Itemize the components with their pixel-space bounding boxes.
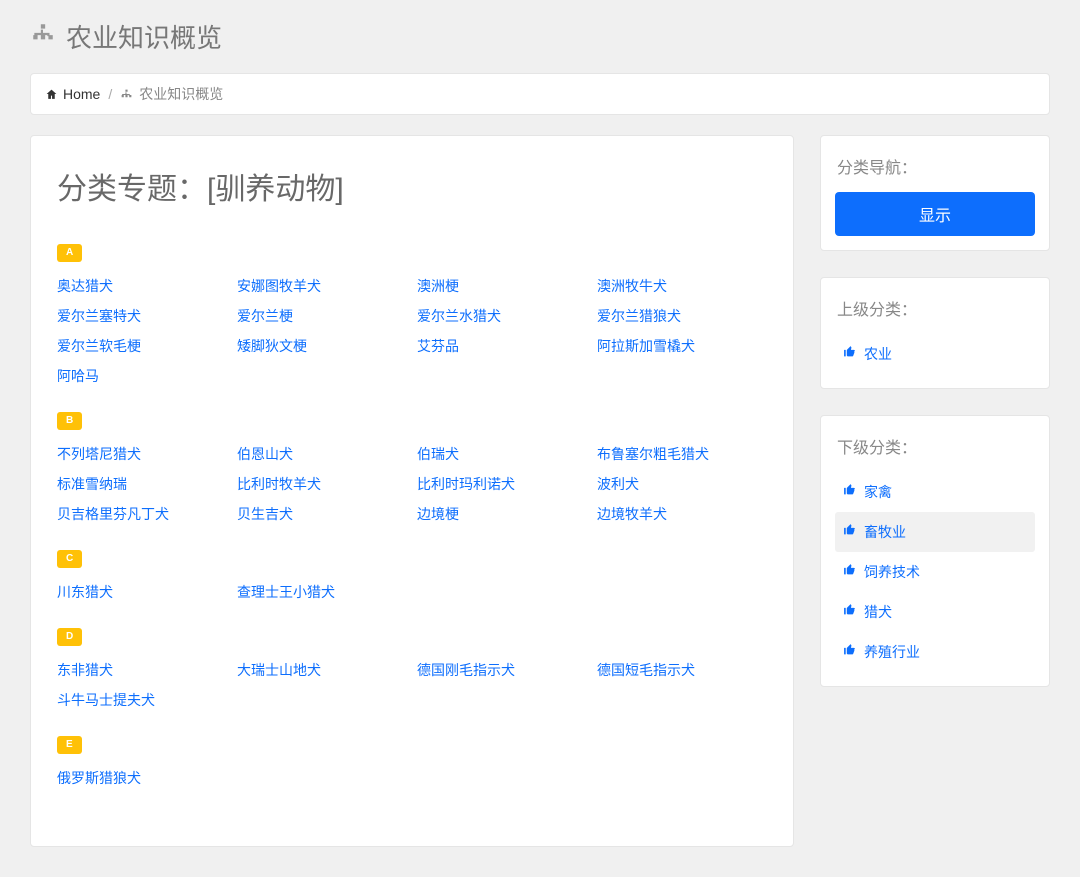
topic-link[interactable]: 不列塔尼猎犬 xyxy=(57,444,227,464)
topic-link[interactable]: 贝吉格里芬凡丁犬 xyxy=(57,504,227,524)
letter-section: D 东非猎犬大瑞士山地犬德国刚毛指示犬德国短毛指示犬斗牛马士提夫犬 xyxy=(57,626,767,710)
topic-link[interactable]: 矮脚狄文梗 xyxy=(237,336,407,356)
thumbs-up-icon xyxy=(843,563,856,581)
page-title: 农业知识概览 xyxy=(66,18,222,55)
topic-link[interactable]: 贝生吉犬 xyxy=(237,504,407,524)
panel-nav-title: 分类导航： xyxy=(835,154,1035,178)
topic-link[interactable]: 爱尔兰猎狼犬 xyxy=(597,306,767,326)
sitemap-small-icon xyxy=(120,88,133,101)
letter-section: C 川东猎犬查理士王小猎犬 xyxy=(57,548,767,602)
panel-child-title: 下级分类： xyxy=(835,434,1035,458)
breadcrumb-separator: / xyxy=(108,86,112,102)
home-icon xyxy=(45,88,58,101)
topic-link[interactable]: 爱尔兰塞特犬 xyxy=(57,306,227,326)
link-grid: 不列塔尼猎犬伯恩山犬伯瑞犬布鲁塞尔粗毛猎犬标准雪纳瑞比利时牧羊犬比利时玛利诺犬波… xyxy=(57,444,767,524)
link-grid: 川东猎犬查理士王小猎犬 xyxy=(57,582,767,602)
letter-badge: C xyxy=(57,550,82,568)
category-link[interactable]: 农业 xyxy=(864,344,892,364)
breadcrumb: Home / 农业知识概览 xyxy=(30,73,1050,115)
topic-link[interactable]: 伯恩山犬 xyxy=(237,444,407,464)
thumbs-up-icon xyxy=(843,603,856,621)
panel-nav: 分类导航： 显示 xyxy=(820,135,1050,251)
topic-link[interactable]: 阿哈马 xyxy=(57,366,227,386)
category-link[interactable]: 养殖行业 xyxy=(864,642,920,662)
topic-link[interactable]: 爱尔兰梗 xyxy=(237,306,407,326)
category-item[interactable]: 饲养技术 xyxy=(835,552,1035,592)
topic-link[interactable]: 爱尔兰水猎犬 xyxy=(417,306,587,326)
sidebar: 分类导航： 显示 上级分类： 农业 下级分类： 家禽畜牧业饲养技术猎犬养殖行业 xyxy=(820,135,1050,687)
topic-link[interactable]: 标准雪纳瑞 xyxy=(57,474,227,494)
link-grid: 俄罗斯猎狼犬 xyxy=(57,768,767,788)
letter-section: B 不列塔尼猎犬伯恩山犬伯瑞犬布鲁塞尔粗毛猎犬标准雪纳瑞比利时牧羊犬比利时玛利诺犬… xyxy=(57,410,767,524)
thumbs-up-icon xyxy=(843,483,856,501)
topic-link[interactable]: 奥达猎犬 xyxy=(57,276,227,296)
page-header: 农业知识概览 xyxy=(30,0,1050,73)
topic-link[interactable]: 东非猎犬 xyxy=(57,660,227,680)
panel-child: 下级分类： 家禽畜牧业饲养技术猎犬养殖行业 xyxy=(820,415,1050,687)
topic-link[interactable]: 大瑞士山地犬 xyxy=(237,660,407,680)
topic-link[interactable]: 澳洲梗 xyxy=(417,276,587,296)
letter-badge: A xyxy=(57,244,82,262)
topic-link[interactable]: 伯瑞犬 xyxy=(417,444,587,464)
letter-badge: D xyxy=(57,628,82,646)
letter-badge: E xyxy=(57,736,82,754)
topic-link[interactable]: 川东猎犬 xyxy=(57,582,227,602)
topic-link[interactable]: 布鲁塞尔粗毛猎犬 xyxy=(597,444,767,464)
topic-link[interactable]: 安娜图牧羊犬 xyxy=(237,276,407,296)
topic-link[interactable]: 爱尔兰软毛梗 xyxy=(57,336,227,356)
letter-section: A 奥达猎犬安娜图牧羊犬澳洲梗澳洲牧牛犬爱尔兰塞特犬爱尔兰梗爱尔兰水猎犬爱尔兰猎狼… xyxy=(57,242,767,386)
category-item[interactable]: 养殖行业 xyxy=(835,632,1035,672)
topic-link[interactable]: 德国短毛指示犬 xyxy=(597,660,767,680)
category-item[interactable]: 猎犬 xyxy=(835,592,1035,632)
letter-section: E 俄罗斯猎狼犬 xyxy=(57,734,767,788)
thumbs-up-icon xyxy=(843,643,856,661)
sitemap-icon xyxy=(30,21,56,52)
category-item[interactable]: 家禽 xyxy=(835,472,1035,512)
breadcrumb-current-label: 农业知识概览 xyxy=(139,84,223,104)
main-card: 分类专题：[驯养动物] A奥达猎犬安娜图牧羊犬澳洲梗澳洲牧牛犬爱尔兰塞特犬爱尔兰… xyxy=(30,135,794,847)
category-link[interactable]: 家禽 xyxy=(864,482,892,502)
breadcrumb-current: 农业知识概览 xyxy=(120,84,223,104)
topic-heading: 分类专题：[驯养动物] xyxy=(57,164,767,208)
topic-link[interactable]: 艾芬品 xyxy=(417,336,587,356)
show-button[interactable]: 显示 xyxy=(835,192,1035,236)
topic-link[interactable]: 德国刚毛指示犬 xyxy=(417,660,587,680)
category-item[interactable]: 畜牧业 xyxy=(835,512,1035,552)
category-link[interactable]: 饲养技术 xyxy=(864,562,920,582)
link-grid: 奥达猎犬安娜图牧羊犬澳洲梗澳洲牧牛犬爱尔兰塞特犬爱尔兰梗爱尔兰水猎犬爱尔兰猎狼犬… xyxy=(57,276,767,386)
link-grid: 东非猎犬大瑞士山地犬德国刚毛指示犬德国短毛指示犬斗牛马士提夫犬 xyxy=(57,660,767,710)
category-item[interactable]: 农业 xyxy=(835,334,1035,374)
breadcrumb-home-label: Home xyxy=(63,86,100,102)
thumbs-up-icon xyxy=(843,345,856,363)
topic-link[interactable]: 边境梗 xyxy=(417,504,587,524)
breadcrumb-home[interactable]: Home xyxy=(45,86,100,102)
letter-badge: B xyxy=(57,412,82,430)
thumbs-up-icon xyxy=(843,523,856,541)
topic-link[interactable]: 查理士王小猎犬 xyxy=(237,582,407,602)
topic-link[interactable]: 俄罗斯猎狼犬 xyxy=(57,768,227,788)
topic-link[interactable]: 比利时牧羊犬 xyxy=(237,474,407,494)
category-link[interactable]: 畜牧业 xyxy=(864,522,906,542)
topic-link[interactable]: 斗牛马士提夫犬 xyxy=(57,690,227,710)
topic-link[interactable]: 阿拉斯加雪橇犬 xyxy=(597,336,767,356)
panel-parent: 上级分类： 农业 xyxy=(820,277,1050,389)
topic-link[interactable]: 澳洲牧牛犬 xyxy=(597,276,767,296)
category-link[interactable]: 猎犬 xyxy=(864,602,892,622)
topic-link[interactable]: 比利时玛利诺犬 xyxy=(417,474,587,494)
topic-link[interactable]: 边境牧羊犬 xyxy=(597,504,767,524)
topic-link[interactable]: 波利犬 xyxy=(597,474,767,494)
panel-parent-title: 上级分类： xyxy=(835,296,1035,320)
